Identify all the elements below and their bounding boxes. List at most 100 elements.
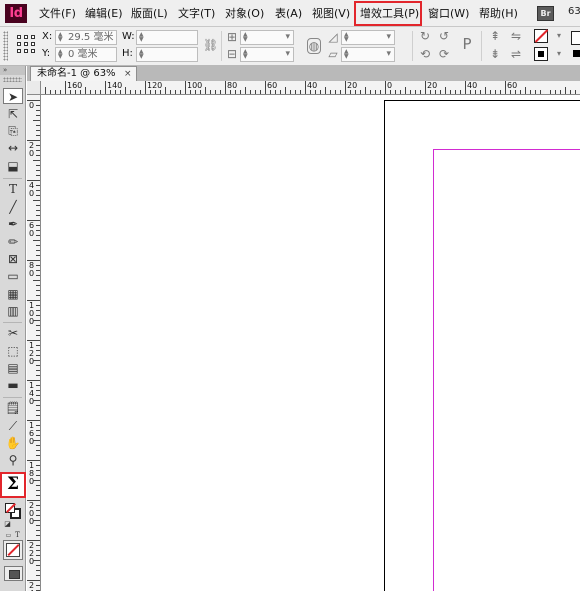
document-tab[interactable]: 未命名-1 @ 63% × <box>30 66 137 81</box>
collapse-panel-icon[interactable]: » <box>0 66 25 75</box>
rectangle-tool-icon[interactable]: ▭ <box>3 268 23 284</box>
ruler-major-tick <box>465 81 466 94</box>
vertical-ruler[interactable]: 0 2 0 4 0 6 0 8 0 1 0 0 1 2 0 1 4 0 1 6 0 1 8 0 2 … <box>27 95 41 591</box>
direct-selection-tool-icon[interactable]: ⇱ <box>3 106 23 122</box>
rotate-ccw-icon[interactable]: ↺ <box>437 29 451 43</box>
type-tool-icon[interactable]: T <box>3 181 23 197</box>
y-position-value: 0 毫米 <box>68 49 98 60</box>
ruler-minor-tick <box>36 205 40 206</box>
panel-grip[interactable] <box>3 77 22 82</box>
ruler-label: 100 <box>187 81 203 90</box>
pencil-tool-icon[interactable]: ✏ <box>3 234 23 250</box>
ruler-minor-tick <box>36 355 40 356</box>
shear-angle-field[interactable]: ▲ ▼ <box>341 47 395 62</box>
menu-item[interactable]: 视图(V) <box>312 5 350 22</box>
ruler-minor-tick <box>36 270 40 271</box>
flip-horizontal-icon[interactable]: ⟲ <box>418 47 432 61</box>
fill-color-icon[interactable] <box>5 503 15 513</box>
selection-tool-icon[interactable]: ➤ <box>3 88 23 104</box>
formatting-container-icon[interactable]: ▭ <box>4 531 13 540</box>
width-field[interactable]: ▲ ▼ <box>136 30 198 45</box>
constrain-proportions-icon[interactable]: ⛓ <box>203 38 218 52</box>
select-content-icon[interactable]: ⇟ <box>488 47 502 61</box>
ruler-minor-tick <box>135 90 136 94</box>
screen-mode-icon[interactable] <box>4 566 23 581</box>
stroke-dropdown-icon[interactable]: ▾ <box>552 47 566 61</box>
select-next-icon[interactable]: ⇌ <box>509 47 523 61</box>
flip-vertical-icon[interactable]: ⟳ <box>437 47 451 61</box>
pasteboard[interactable] <box>42 96 580 591</box>
ruler-major-tick <box>305 81 306 94</box>
menu-item[interactable]: 版面(L) <box>131 5 168 22</box>
stroke-weight-swatch[interactable] <box>571 31 580 45</box>
horizontal-grid-tool-icon[interactable]: ▦ <box>3 286 23 302</box>
zoom-level[interactable]: 63 <box>568 6 580 17</box>
default-colors-icon[interactable]: ◪ <box>3 520 12 529</box>
shear-spinner-icon[interactable]: ▲ ▼ <box>344 49 349 60</box>
select-container-icon[interactable]: ⇞ <box>488 29 502 43</box>
gradient-feather-tool-icon[interactable]: ▬ <box>3 377 23 393</box>
h-spinner-icon[interactable]: ▲ ▼ <box>139 49 144 60</box>
menu-item[interactable]: 对象(O) <box>225 5 264 22</box>
menu-item[interactable]: 窗口(W) <box>428 5 469 22</box>
hand-tool-icon[interactable]: ✋ <box>3 435 23 451</box>
menu-item[interactable]: 表(A) <box>275 5 302 22</box>
ruler-minor-tick <box>120 90 121 94</box>
rectangle-frame-tool-icon[interactable]: ⊠ <box>3 251 23 267</box>
menu-item[interactable]: 帮助(H) <box>479 5 518 22</box>
ruler-minor-tick <box>36 515 40 516</box>
pen-tool-icon[interactable]: ✒ <box>3 216 23 232</box>
ruler-minor-tick <box>500 90 501 94</box>
ruler-major-tick <box>225 81 226 94</box>
close-tab-icon[interactable]: × <box>124 67 132 81</box>
y-spinner-icon[interactable]: ▲ ▼ <box>58 49 63 60</box>
scale-x-spinner-icon[interactable]: ▲ ▼ <box>243 32 248 43</box>
note-tool-icon[interactable]: 🗒 <box>3 400 23 416</box>
select-previous-icon[interactable]: ⇋ <box>509 29 523 43</box>
stroke-swatch[interactable] <box>534 47 548 61</box>
zoom-tool-icon[interactable]: ⚲ <box>3 452 23 468</box>
ruler-origin[interactable] <box>27 81 41 95</box>
page-tool-icon[interactable]: ⎘ <box>3 123 23 139</box>
rotate-cw-icon[interactable]: ↻ <box>418 29 432 43</box>
ruler-minor-tick <box>450 90 451 94</box>
formatting-text-icon[interactable]: T <box>13 531 22 540</box>
menu-item[interactable]: 文字(T) <box>178 5 215 22</box>
gap-tool-icon[interactable]: ↔ <box>3 140 23 156</box>
link-scale-icon[interactable]: ◍ <box>307 38 321 54</box>
menu-item[interactable]: 编辑(E) <box>85 5 123 22</box>
scissors-tool-icon[interactable]: ✂ <box>3 325 23 341</box>
free-transform-tool-icon[interactable]: ⬚ <box>3 343 23 359</box>
fill-dropdown-icon[interactable]: ▾ <box>552 29 566 43</box>
fill-swatch-none[interactable] <box>534 29 548 43</box>
x-position-field[interactable]: ▲ ▼ 29.5 毫米 <box>55 30 117 45</box>
gradient-swatch-tool-icon[interactable]: ▤ <box>3 360 23 376</box>
rotation-angle-field[interactable]: ▲ ▼ <box>341 30 395 45</box>
scale-y-field[interactable]: ▲ ▼ <box>240 47 294 62</box>
eyedropper-tool-icon[interactable]: ⟋ <box>3 418 23 434</box>
ruler-label: 1 4 0 <box>28 381 35 406</box>
ruler-minor-tick <box>130 90 131 94</box>
height-field[interactable]: ▲ ▼ <box>136 47 198 62</box>
y-position-field[interactable]: ▲ ▼ 0 毫米 <box>55 47 117 62</box>
horizontal-ruler[interactable]: 160 140 120 100 80 60 40 20 0 20 40 60 <box>41 81 580 95</box>
ruler-minor-tick <box>36 390 40 391</box>
stroke-color-swatch[interactable] <box>573 50 580 57</box>
line-tool-icon[interactable]: ╱ <box>3 199 23 215</box>
vertical-grid-tool-icon[interactable]: ▥ <box>3 303 23 319</box>
scale-x-field[interactable]: ▲ ▼ <box>240 30 294 45</box>
rotate-spinner-icon[interactable]: ▲ ▼ <box>344 32 349 43</box>
panel-grip[interactable] <box>3 31 8 61</box>
menu-item[interactable]: 文件(F) <box>39 5 76 22</box>
w-spinner-icon[interactable]: ▲ ▼ <box>139 32 144 43</box>
x-spinner-icon[interactable]: ▲ ▼ <box>58 32 63 43</box>
reference-point-icon[interactable] <box>17 35 35 53</box>
control-panel: X: ▲ ▼ 29.5 毫米 Y: ▲ ▼ 0 毫米 W: ▲ ▼ H: ▲ ▼ ⛓ ⊞… <box>0 27 580 66</box>
content-collector-icon[interactable]: ⬓ <box>3 158 23 174</box>
sigma-plugin-tool[interactable]: Σ <box>0 472 26 498</box>
ruler-minor-tick <box>36 570 40 571</box>
ruler-label: 1 6 0 <box>28 421 35 446</box>
bridge-button[interactable]: Br <box>537 6 554 21</box>
scale-y-spinner-icon[interactable]: ▲ ▼ <box>243 49 248 60</box>
ruler-minor-tick <box>410 90 411 94</box>
